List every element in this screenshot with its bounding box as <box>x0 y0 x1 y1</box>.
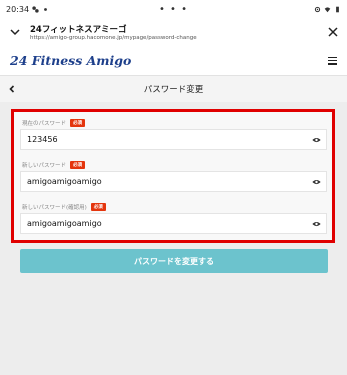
field-label: 新しいパスワード <box>22 162 67 169</box>
back-arrow-icon[interactable] <box>8 85 16 93</box>
confirm-password-input[interactable] <box>27 219 312 228</box>
password-change-form: 現在のパスワード必須 新しいパスワード必須 新しいパスワード(確認用)必須 <box>11 109 335 243</box>
required-badge: 必須 <box>70 118 86 127</box>
battery-icon <box>336 6 339 12</box>
page-title: パスワード変更 <box>143 85 204 95</box>
site-header: 24 Fitness Amigo <box>0 46 347 76</box>
camera-dots: • • • <box>158 3 189 15</box>
browser-app-bar: 24フィットネスアミーゴ https://amigo-group.hacomon… <box>0 18 347 46</box>
site-url: https://amigo-group.hacomone.jp/mypage/p… <box>30 35 197 41</box>
new-password-input[interactable] <box>27 177 312 186</box>
confirm-password-field: 新しいパスワード(確認用) 必須 <box>20 200 327 242</box>
location-icon <box>314 6 321 12</box>
field-label: 現在のパスワード <box>22 120 67 127</box>
current-password-input[interactable] <box>27 135 312 144</box>
change-password-button[interactable]: パスワードを変更する <box>20 249 328 273</box>
eye-icon[interactable] <box>312 137 321 143</box>
close-icon[interactable] <box>327 26 339 38</box>
status-bar: 20:34 • • • <box>0 0 347 18</box>
notification-icon <box>32 5 39 13</box>
page-title-bar: パスワード変更 <box>0 76 347 102</box>
wifi-icon <box>324 6 331 12</box>
eye-icon[interactable] <box>312 221 321 227</box>
clock: 20:34 <box>6 4 30 14</box>
dot-icon <box>44 7 47 11</box>
field-label: 新しいパスワード(確認用) <box>22 204 87 211</box>
required-badge: 必須 <box>90 202 106 211</box>
eye-icon[interactable] <box>312 179 321 185</box>
required-badge: 必須 <box>70 160 86 169</box>
current-password-field: 現在のパスワード 必須 <box>20 116 327 158</box>
new-password-field: 新しいパスワード 必須 <box>20 158 327 200</box>
chevron-down-icon[interactable] <box>8 25 22 39</box>
hamburger-menu-icon[interactable] <box>328 56 337 65</box>
brand-logo[interactable]: 24 Fitness Amigo <box>10 53 131 68</box>
site-title: 24フィットネスアミーゴ <box>30 25 127 35</box>
